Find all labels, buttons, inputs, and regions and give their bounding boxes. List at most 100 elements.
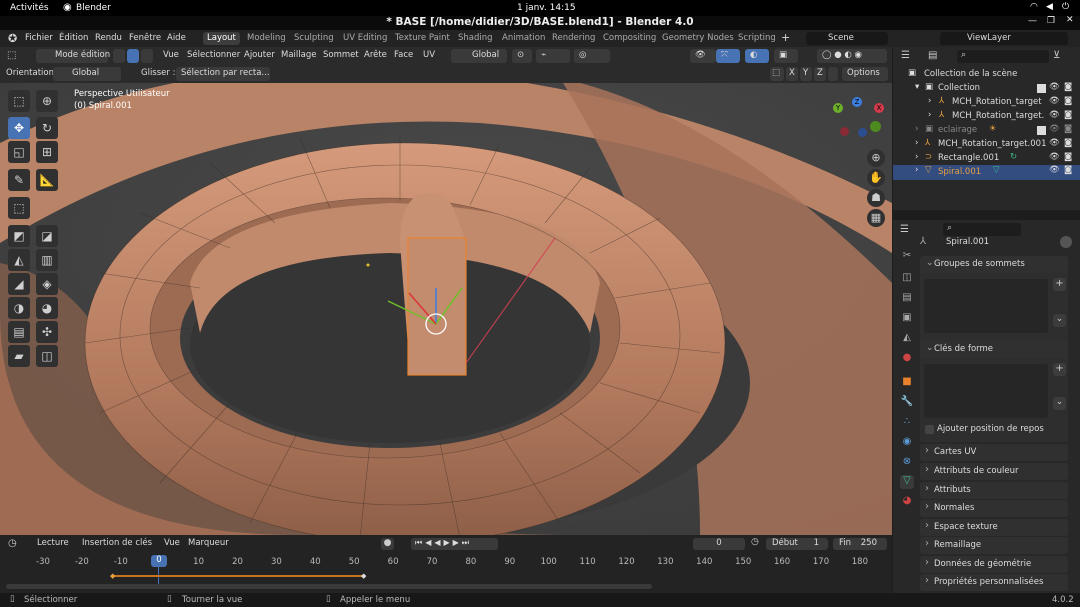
tab-sculpting[interactable]: Sculpting <box>290 32 338 45</box>
menu-add[interactable]: Ajouter <box>244 50 275 60</box>
perspective-grid-icon[interactable]: ▦ <box>867 209 885 227</box>
minimize-icon[interactable]: — <box>1028 16 1037 26</box>
render-tab-icon[interactable]: ◫ <box>900 272 914 286</box>
timeline-scrollbar[interactable] <box>6 584 652 589</box>
tab-rendering[interactable]: Rendering <box>548 32 599 45</box>
volume-icon[interactable]: ◀ <box>1046 2 1053 12</box>
camera-icon[interactable]: ◙ <box>1064 110 1072 120</box>
eye-icon[interactable]: 👁 <box>1049 152 1060 162</box>
output-tab-icon[interactable]: ▤ <box>900 292 914 306</box>
record-icon[interactable]: ● <box>381 538 394 550</box>
expand-arrow-icon[interactable]: › <box>928 96 931 106</box>
tab-layout[interactable]: Layout <box>203 32 240 45</box>
gizmo-y-axis[interactable]: Y <box>833 103 843 113</box>
world-tab-icon[interactable]: ● <box>900 352 914 366</box>
xray-icon[interactable]: ▣ <box>774 49 798 63</box>
tab-modeling[interactable]: Modeling <box>243 32 290 45</box>
cursor-tool-icon[interactable]: ⊕ <box>36 90 58 112</box>
geometry-data-section[interactable]: Données de géométrie <box>920 556 1068 573</box>
shrink-fatten-tool-icon[interactable]: ✣ <box>36 321 58 343</box>
rotate-tool-icon[interactable]: ↻ <box>36 117 58 139</box>
add-icon[interactable]: + <box>1053 278 1066 291</box>
wifi-icon[interactable]: ◠ <box>1030 2 1038 12</box>
outliner-row-collection[interactable]: ▾ ▣ Collection 👁 ◙ <box>893 82 1080 96</box>
viewlayer-selector[interactable]: ViewLayer <box>940 32 1068 45</box>
custom-properties-section[interactable]: Propriétés personnalisées <box>920 574 1068 591</box>
clock-icon[interactable]: ◷ <box>751 537 759 547</box>
power-icon[interactable]: ⏻ <box>1062 2 1069 12</box>
vertex-groups-list[interactable] <box>924 279 1048 333</box>
menu-timeline-view[interactable]: Vue <box>164 538 180 548</box>
menu-view[interactable]: Vue <box>163 50 179 60</box>
expand-arrow-icon[interactable]: › <box>915 152 918 162</box>
loop-cut-tool-icon[interactable]: ▥ <box>36 249 58 271</box>
menu-uv[interactable]: UV <box>423 50 435 60</box>
blender-logo-icon[interactable]: ✪ <box>8 32 17 45</box>
keyframe-diamond-icon[interactable]: ◆ <box>361 572 366 580</box>
transform-orientation-dropdown[interactable]: Global <box>451 49 507 63</box>
menu-select[interactable]: Sélectionner <box>187 50 240 60</box>
color-attributes-section[interactable]: Attributs de couleur <box>920 463 1068 480</box>
measure-tool-icon[interactable]: 📐 <box>36 169 58 191</box>
edge-slide-tool-icon[interactable]: ▤ <box>8 321 30 343</box>
menu-help[interactable]: Aide <box>167 33 186 43</box>
expand-arrow-icon[interactable]: › <box>915 165 918 175</box>
rip-tool-icon[interactable]: ◫ <box>36 345 58 367</box>
menu-playback[interactable]: Lecture <box>37 538 69 548</box>
gizmo-z-axis[interactable]: Z <box>852 97 862 107</box>
object-tab-icon[interactable]: ■ <box>900 376 914 390</box>
pin-icon[interactable] <box>1060 236 1072 248</box>
scene-tab-icon[interactable]: ◭ <box>900 332 914 346</box>
editor-type-icon[interactable]: ⬚ <box>7 50 16 61</box>
expand-arrow-icon[interactable]: › <box>915 124 918 134</box>
properties-editor-icon[interactable]: ☰ <box>900 224 909 235</box>
mirror-y-toggle[interactable]: Y <box>800 67 812 81</box>
zoom-icon[interactable]: ⊕ <box>867 149 885 167</box>
menu-render[interactable]: Rendu <box>95 33 122 43</box>
tool-tab-icon[interactable]: ✂ <box>900 250 914 264</box>
remesh-section[interactable]: Remaillage <box>920 537 1068 554</box>
mode-dropdown[interactable]: Mode édition <box>36 49 110 63</box>
menu-file[interactable]: Fichier <box>25 33 53 43</box>
add-icon[interactable]: + <box>1053 363 1066 376</box>
proportional-edit-icon[interactable]: ◎ <box>574 49 610 63</box>
camera-icon[interactable]: ☗ <box>867 189 885 207</box>
end-frame-field[interactable]: Fin 250 <box>833 538 887 550</box>
camera-icon[interactable]: ◙ <box>1064 96 1072 106</box>
playhead[interactable]: 0 <box>151 555 167 567</box>
normals-section[interactable]: Normales <box>920 500 1068 517</box>
drag-dropdown[interactable]: Sélection par recta... <box>176 67 270 81</box>
camera-icon[interactable]: ◙ <box>1064 138 1072 148</box>
menu-mesh[interactable]: Maillage <box>281 50 316 60</box>
camera-icon[interactable]: ◙ <box>1064 82 1072 92</box>
bevel-tool-icon[interactable]: ◭ <box>8 249 30 271</box>
options-dropdown[interactable]: Options <box>842 67 888 81</box>
start-frame-field[interactable]: Début 1 <box>766 538 828 550</box>
constraints-tab-icon[interactable]: ⊗ <box>900 456 914 470</box>
outliner-row-root[interactable]: ▣ Collection de la scène <box>893 68 1080 82</box>
view-layer-tab-icon[interactable]: ▣ <box>900 312 914 326</box>
add-workspace-icon[interactable]: + <box>781 31 790 44</box>
3d-viewport[interactable]: Perspective Utilisateur (0) Spiral.001 Y… <box>0 83 892 535</box>
eye-icon[interactable]: 👁 <box>1049 96 1060 106</box>
outliner-editor-icon[interactable]: ☰ <box>901 50 910 61</box>
tab-uv-editing[interactable]: UV Editing <box>339 32 391 45</box>
gizmo-neg-y[interactable] <box>870 121 881 132</box>
shape-keys-header[interactable]: ⌄ Clés de forme <box>920 341 1068 358</box>
activities-button[interactable]: Activités <box>10 3 49 13</box>
menu-face[interactable]: Face <box>394 50 413 60</box>
app-name[interactable]: Blender <box>76 3 111 13</box>
transform-tool-icon[interactable]: ⊞ <box>36 141 58 163</box>
menu-vertex[interactable]: Sommet <box>323 50 359 60</box>
navigation-gizmo[interactable]: Y Z X <box>830 93 888 143</box>
gizmo-x-axis[interactable]: X <box>874 103 884 113</box>
eye-icon[interactable]: 👁 <box>1049 165 1060 175</box>
current-frame-field[interactable]: 0 <box>693 538 745 550</box>
expand-arrow-icon[interactable]: › <box>915 138 918 148</box>
gizmo-toggle-icon[interactable]: ⤧ <box>716 49 740 63</box>
maximize-icon[interactable]: ❐ <box>1047 16 1055 26</box>
gizmo-neg-z[interactable] <box>858 128 867 137</box>
outliner-row-eclairage[interactable]: › ▣ eclairage ☀ 👁 ◙ <box>893 124 1080 138</box>
uv-maps-section[interactable]: Cartes UV <box>920 444 1068 461</box>
camera-icon[interactable]: ◙ <box>1064 124 1072 134</box>
